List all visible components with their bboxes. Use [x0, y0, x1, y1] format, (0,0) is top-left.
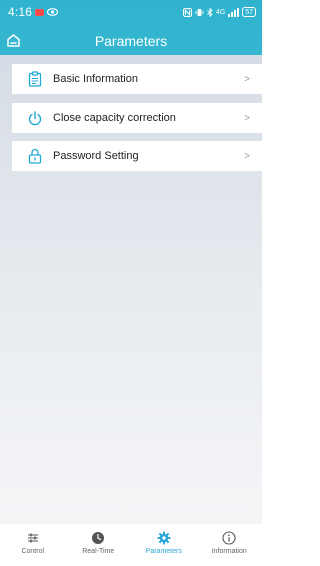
tab-control[interactable]: Control — [0, 524, 66, 566]
bluetooth-icon — [207, 7, 213, 17]
title-bar: Parameters — [0, 27, 262, 55]
tab-label: Control — [21, 548, 45, 555]
status-right: 4G 57 — [182, 7, 256, 17]
chevron-right-icon: > — [244, 73, 250, 85]
clock-icon — [92, 532, 105, 544]
tab-information[interactable]: Information — [197, 524, 263, 566]
power-icon — [28, 111, 42, 126]
sliders-icon — [27, 533, 38, 543]
lock-icon — [28, 148, 42, 164]
nfc-icon — [182, 7, 192, 17]
tab-label: Real-Time — [82, 548, 115, 555]
status-time: 4:16 — [8, 5, 33, 19]
tab-real-time[interactable]: Real-Time — [66, 524, 132, 566]
tab-label: Parameters — [145, 548, 182, 555]
page-title: Parameters — [94, 33, 168, 49]
bottom-tab-bar: Control Real-Time Parameters Information — [0, 524, 262, 566]
tab-parameters[interactable]: Parameters — [131, 524, 197, 566]
battery-icon: 57 — [242, 7, 256, 17]
battery-level: 57 — [245, 8, 253, 16]
recording-icon — [35, 8, 45, 16]
tab-label: Information — [211, 548, 247, 555]
menu-item-close-capacity-correction[interactable]: Close capacity correction > — [12, 103, 262, 133]
signal-icon — [228, 7, 240, 17]
menu-item-basic-information[interactable]: Basic Information > — [12, 64, 262, 94]
menu-item-label: Close capacity correction — [53, 112, 176, 124]
network-type: 4G — [215, 8, 226, 16]
menu-item-label: Password Setting — [53, 150, 139, 162]
status-left: 4:16 — [8, 5, 59, 19]
menu-item-label: Basic Information — [53, 73, 138, 85]
chevron-right-icon: > — [244, 112, 250, 124]
chevron-right-icon: > — [244, 150, 250, 162]
home-button[interactable] — [5, 32, 22, 49]
menu-item-password-setting[interactable]: Password Setting > — [12, 141, 262, 171]
header: 4:16 4G 57 Parameters — [0, 0, 262, 55]
vibrate-icon — [195, 8, 204, 16]
clipboard-icon — [28, 71, 42, 87]
home-icon — [7, 34, 20, 47]
status-bar: 4:16 4G 57 — [0, 0, 262, 24]
gear-icon — [157, 531, 171, 545]
info-icon — [222, 531, 236, 545]
main-content: Basic Information > Close capacity corre… — [0, 55, 262, 524]
eye-icon — [47, 8, 59, 16]
